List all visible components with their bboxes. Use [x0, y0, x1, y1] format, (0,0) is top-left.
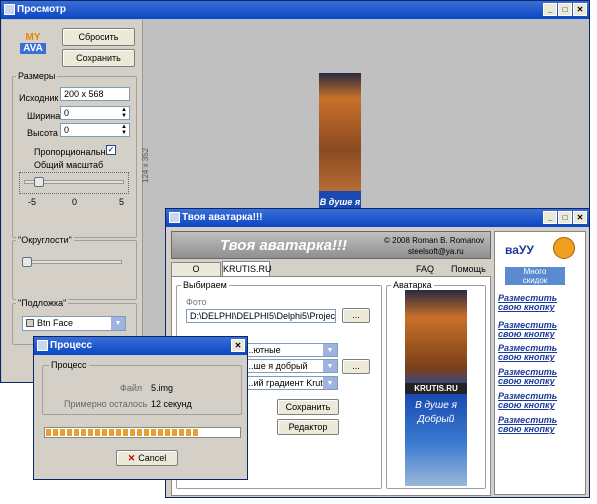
remaining-label: Примерно осталось — [64, 399, 148, 409]
ad-banner-title: ваУУ — [505, 243, 534, 257]
browse-text-button[interactable]: ... — [342, 359, 370, 374]
smiley-icon — [553, 237, 575, 259]
app-icon — [4, 4, 15, 15]
avatar-strip: KRUTIS.RU — [405, 383, 467, 394]
app-banner-title: Твоя аватарка!!! — [220, 237, 347, 254]
avatar-app-title: Твоя аватарка!!! — [182, 212, 263, 223]
rounding-slider-thumb[interactable] — [22, 257, 32, 267]
height-spinner[interactable]: 0 ▲ ▼ — [60, 123, 130, 137]
my-ava-logo: MY AVA — [20, 32, 46, 54]
preview-size-text: 124 x 352 — [141, 147, 150, 183]
app-icon — [169, 212, 180, 223]
style-select[interactable]: ...ютные ▼ — [242, 343, 338, 357]
photo-label: Фото — [186, 297, 207, 307]
ad-slot-2[interactable]: Разместить свою кнопку — [498, 321, 582, 339]
scale-slider-thumb[interactable] — [34, 177, 44, 187]
close-button[interactable]: ✕ — [573, 3, 587, 16]
scale-tick-max: 5 — [119, 197, 125, 207]
avatar-image: KRUTIS.RU В душе я Добрый — [405, 290, 467, 486]
rounding-slider-track[interactable] — [22, 260, 122, 264]
browse-photo-button[interactable]: ... — [342, 308, 370, 323]
ad-badge: Много скидок — [505, 267, 565, 285]
ad-banner[interactable]: ваУУ Много скидок — [497, 235, 583, 285]
reset-button[interactable]: Сбросить — [62, 28, 135, 46]
color-swatch — [26, 319, 34, 327]
help-link[interactable]: Помощь — [451, 264, 486, 274]
dropdown-arrow-icon[interactable]: ▼ — [323, 360, 337, 372]
rounding-group-label: "Округлости" — [16, 235, 74, 245]
ad-sidebar: ваУУ Много скидок Разместить свою кнопку Р… — [494, 231, 586, 495]
app-icon — [37, 340, 48, 351]
minimize-button[interactable]: _ — [543, 3, 557, 16]
dropdown-arrow-icon[interactable]: ▼ — [323, 344, 337, 356]
tab-krutis[interactable]: KRUTIS.RU — [222, 261, 272, 276]
settings-panel: MY AVA Сбросить Сохранить Размеры Исходн… — [2, 20, 143, 382]
ad-slot-3[interactable]: Разместить свою кнопку — [498, 344, 582, 362]
progress-bar — [44, 427, 241, 438]
cancel-x-icon: ✕ — [127, 453, 136, 463]
sizes-group-label: Размеры — [16, 71, 58, 81]
ad-slot-4[interactable]: Разместить свою кнопку — [498, 368, 582, 386]
avatar-group-label: Аватарка — [391, 280, 434, 290]
width-label: Ширина — [27, 111, 61, 121]
process-dialog-titlebar[interactable]: Процесс ✕ — [34, 337, 247, 355]
maximize-button[interactable]: □ — [558, 3, 572, 16]
copyright-text: © 2008 Roman B. Romanov — [384, 236, 485, 245]
height-label: Высота — [27, 128, 58, 138]
ad-slot-6[interactable]: Разместить свою кнопку — [498, 416, 582, 434]
preview-window-titlebar[interactable]: Просмотр _ □ ✕ — [1, 1, 589, 19]
avatar-text-line2: Добрый — [417, 414, 455, 425]
gradient-select[interactable]: ...ий градиент Krutis.ru ▼ — [242, 376, 338, 390]
text-select[interactable]: ...ше я добрый ▼ — [242, 359, 338, 373]
scale-label: Общий масштаб — [34, 160, 104, 170]
process-dialog-title: Процесс — [50, 340, 93, 351]
save-button[interactable]: Сохранить — [62, 49, 135, 67]
remaining-value: 12 секунд — [151, 399, 192, 409]
spin-arrows-icon[interactable]: ▲ ▼ — [121, 124, 127, 136]
file-value: 5.img — [151, 383, 174, 393]
process-dialog: Процесс ✕ Процесс Файл 5.img Примерно ос… — [33, 336, 248, 480]
choose-group-label: Выбираем — [181, 280, 229, 290]
dropdown-arrow-icon[interactable]: ▼ — [111, 317, 125, 330]
avatar-app-titlebar[interactable]: Твоя аватарка!!! _ □ ✕ — [166, 209, 589, 227]
process-group-label: Процесс — [49, 360, 89, 370]
maximize-button[interactable]: □ — [558, 211, 572, 224]
faq-link[interactable]: FAQ — [416, 264, 434, 274]
preview-avatar-image: В душе я — [319, 73, 361, 213]
photo-path-field[interactable]: D:\DELPHI\DELPHI5\Delphi5\Projects\xGEN\ — [186, 309, 336, 323]
source-label: Исходник — [19, 93, 59, 103]
rounding-group — [12, 240, 137, 300]
progress-fill — [46, 429, 199, 436]
width-spinner[interactable]: 0 ▲ ▼ — [60, 106, 130, 120]
file-label: Файл — [120, 383, 143, 393]
proportional-label: Пропорционально — [34, 147, 111, 157]
scale-tick-min: -5 — [28, 197, 37, 207]
preview-window-title: Просмотр — [17, 4, 66, 15]
app-banner: Твоя аватарка!!! © 2008 Roman B. Romanov… — [171, 231, 491, 259]
author-email: steelsoft@ya.ru — [408, 247, 464, 256]
backing-group-label: "Подложка" — [16, 298, 69, 308]
save-avatar-button[interactable]: Сохранить — [277, 399, 339, 415]
proportional-checkbox[interactable]: ✓ — [106, 145, 116, 155]
cancel-button[interactable]: ✕ Cancel — [116, 450, 178, 466]
ad-slot-1[interactable]: Разместить свою кнопку — [498, 294, 582, 312]
avatar-text-line1: В душе я — [415, 400, 457, 411]
editor-button[interactable]: Редактор — [277, 419, 339, 435]
scale-tick-mid: 0 — [72, 197, 78, 207]
backing-color-select[interactable]: Btn Face ▼ — [22, 316, 126, 331]
close-button[interactable]: ✕ — [231, 339, 245, 352]
ad-slot-5[interactable]: Разместить свою кнопку — [498, 392, 582, 410]
source-field[interactable]: 200 x 568 — [60, 87, 130, 101]
spin-arrows-icon[interactable]: ▲ ▼ — [121, 107, 127, 119]
tab-about[interactable]: О программе — [171, 262, 221, 287]
dropdown-arrow-icon[interactable]: ▼ — [323, 377, 337, 389]
close-button[interactable]: ✕ — [573, 211, 587, 224]
minimize-button[interactable]: _ — [543, 211, 557, 224]
